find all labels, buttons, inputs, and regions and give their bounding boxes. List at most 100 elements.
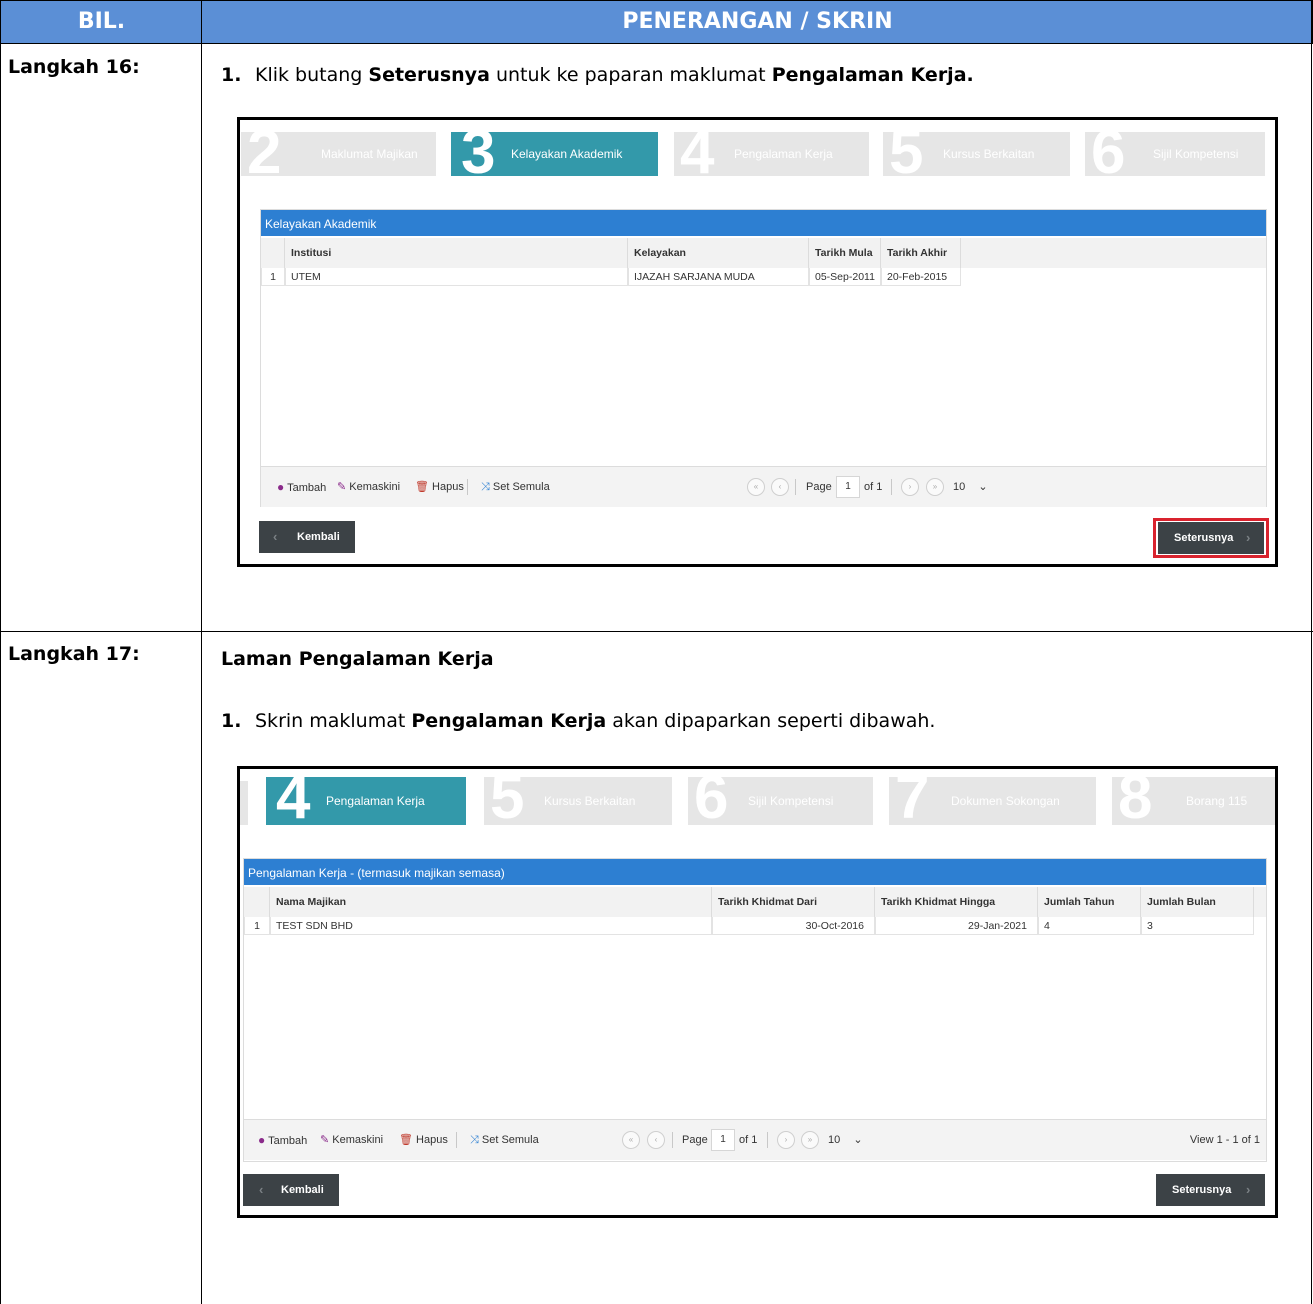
header-bil: BIL.: [77, 9, 126, 34]
wizard-step-6[interactable]: 6 Sijil Kompetensi: [1085, 132, 1265, 176]
edit-button[interactable]: ✎ Kemaskini: [320, 1133, 383, 1147]
wizard-step-label: Borang 115: [1186, 794, 1248, 808]
wizard-step-number: 6: [694, 777, 729, 825]
wizard-step-4[interactable]: 4 Pengalaman Kerja: [674, 132, 869, 176]
wizard-step-number: 4: [680, 132, 715, 176]
step-17-instruction: 1. Skrin maklumat Pengalaman Kerja akan d…: [221, 710, 935, 732]
wizard-step-number: 6: [1091, 132, 1126, 176]
grid-header-cell[interactable]: Institusi: [285, 238, 628, 268]
reset-button[interactable]: ⤨ Set Semula: [470, 1133, 539, 1147]
page-input[interactable]: 1: [836, 476, 860, 498]
last-page-icon[interactable]: »: [801, 1131, 819, 1149]
wizard-step-label: Kelayakan Akademik: [511, 147, 623, 161]
page-size-select[interactable]: 10 ⌄: [953, 480, 988, 494]
row-number: 1: [261, 268, 285, 286]
table-cell: IJAZAH SARJANA MUDA: [628, 268, 809, 286]
instruction-text: Skrin maklumat: [255, 710, 406, 732]
wizard-step-label: Pengalaman Kerja: [734, 147, 833, 161]
table-border-right: [1311, 0, 1312, 1304]
trash-icon: 🗑: [399, 1134, 413, 1146]
reset-label: Set Semula: [492, 481, 550, 493]
wizard-step-5[interactable]: 5 Kursus Berkaitan: [883, 132, 1070, 176]
plus-circle-icon: ●: [258, 1133, 266, 1147]
wizard-step-4-active[interactable]: 4 Pengalaman Kerja: [266, 777, 466, 825]
chevron-right-icon: ›: [1246, 1182, 1251, 1197]
separator: [891, 479, 892, 495]
wizard-step-number: 8: [1118, 777, 1153, 825]
next-button[interactable]: Seterusnya ›: [1156, 1174, 1265, 1206]
edit-button[interactable]: ✎ Kemaskini: [337, 480, 400, 494]
wizard-steps: 2 Maklumat Majikan 3 Kelayakan Akademik …: [240, 120, 1275, 176]
next-page-icon[interactable]: ›: [777, 1131, 795, 1149]
wizard-step-6[interactable]: 6 Sijil Kompetensi: [688, 777, 873, 825]
table-column-divider: [201, 0, 202, 1304]
grid-header-rownum: [261, 238, 285, 268]
page-label: Page: [682, 1134, 708, 1146]
step-16-label: Langkah 16:: [8, 56, 140, 78]
wizard-step-7[interactable]: 7 Dokumen Sokongan: [889, 777, 1096, 825]
wizard-step-3-active[interactable]: 3 Kelayakan Akademik: [451, 132, 658, 176]
chevron-down-icon: ⌄: [978, 481, 988, 493]
first-page-icon[interactable]: «: [622, 1131, 640, 1149]
delete-button[interactable]: 🗑 Hapus: [399, 1133, 448, 1147]
delete-label: Hapus: [416, 1134, 448, 1146]
grid-header-cell[interactable]: Tarikh Khidmat Dari: [712, 887, 875, 917]
add-label: Tambah: [287, 482, 327, 494]
delete-button[interactable]: 🗑 Hapus: [415, 480, 464, 494]
table-cell: 4: [1038, 917, 1141, 935]
next-page-icon[interactable]: ›: [901, 478, 919, 496]
grid-header-cell[interactable]: Jumlah Bulan: [1141, 887, 1254, 917]
chevron-left-icon: ‹: [273, 529, 278, 544]
header-penerangan: PENERANGAN / SKRIN: [622, 9, 893, 34]
grid-pager: ● Tambah ✎ Kemaskini 🗑 Hapus ⤨ Set Semul…: [244, 1119, 1266, 1160]
wizard-step-5[interactable]: 5 Kursus Berkaitan: [484, 777, 672, 825]
table-cell: 30-Oct-2016: [712, 917, 875, 935]
trash-icon: 🗑: [415, 481, 429, 493]
prev-page-icon[interactable]: ‹: [647, 1131, 665, 1149]
instruction-bold: Pengalaman Kerja: [411, 710, 607, 732]
table-row-divider: [0, 631, 1313, 632]
add-button[interactable]: ● Tambah: [258, 1133, 307, 1148]
instruction-bold: Seterusnya: [368, 64, 490, 86]
last-page-icon[interactable]: »: [926, 478, 944, 496]
step-16-instruction: 1. Klik butang Seterusnya untuk ke papara…: [221, 64, 974, 86]
highlight-box: [1153, 518, 1269, 558]
page-input[interactable]: 1: [711, 1129, 735, 1151]
step-17-label: Langkah 17:: [8, 643, 140, 665]
shuffle-icon: ⤨: [481, 481, 490, 493]
wizard-step-8[interactable]: 8 Borang 115: [1112, 777, 1275, 825]
page-size-select[interactable]: 10 ⌄: [828, 1133, 863, 1147]
page-size-value: 10: [828, 1134, 841, 1146]
grid-header-cell[interactable]: Tarikh Khidmat Hingga: [875, 887, 1038, 917]
table-cell: TEST SDN BHD: [270, 917, 712, 935]
grid-header-cell[interactable]: Jumlah Tahun: [1038, 887, 1141, 917]
back-button[interactable]: ‹ Kembali: [259, 521, 355, 553]
delete-label: Hapus: [432, 481, 464, 493]
grid-header-cell[interactable]: Tarikh Mula: [809, 238, 881, 268]
chevron-left-icon: ‹: [259, 1182, 264, 1197]
prev-page-icon[interactable]: ‹: [771, 478, 789, 496]
page-total: of 1: [739, 1134, 758, 1146]
page-label: Page: [806, 481, 832, 493]
next-label: Seterusnya: [1172, 1184, 1232, 1196]
wizard-step-2[interactable]: 2 Maklumat Majikan: [241, 132, 436, 176]
wizard-step-number: 5: [490, 777, 525, 825]
pencil-icon: ✎: [320, 1134, 330, 1146]
grid-header-cell[interactable]: Tarikh Akhir: [881, 238, 961, 268]
wizard-step-label: Kursus Berkaitan: [544, 794, 636, 808]
back-label: Kembali: [281, 1184, 324, 1196]
instruction-text: akan dipaparkan seperti dibawah.: [612, 710, 936, 732]
back-button[interactable]: ‹ Kembali: [243, 1174, 339, 1206]
add-button[interactable]: ● Tambah: [277, 480, 326, 495]
wizard-steps: 4 Pengalaman Kerja 5 Kursus Berkaitan 6 …: [240, 769, 1275, 825]
pengalaman-grid: Pengalaman Kerja - (termasuk majikan sem…: [243, 858, 1267, 1162]
first-page-icon[interactable]: «: [747, 478, 765, 496]
grid-header-cell[interactable]: Nama Majikan: [270, 887, 712, 917]
edit-label: Kemaskini: [349, 481, 401, 493]
grid-header-cell[interactable]: Kelayakan: [628, 238, 809, 268]
wizard-step-label: Sijil Kompetensi: [748, 794, 834, 808]
grid-header: Institusi Kelayakan Tarikh Mula Tarikh A…: [261, 238, 1266, 268]
record-count: View 1 - 1 of 1: [1189, 1134, 1260, 1146]
reset-button[interactable]: ⤨ Set Semula: [481, 480, 550, 494]
wizard-step-number: 7: [895, 777, 930, 825]
